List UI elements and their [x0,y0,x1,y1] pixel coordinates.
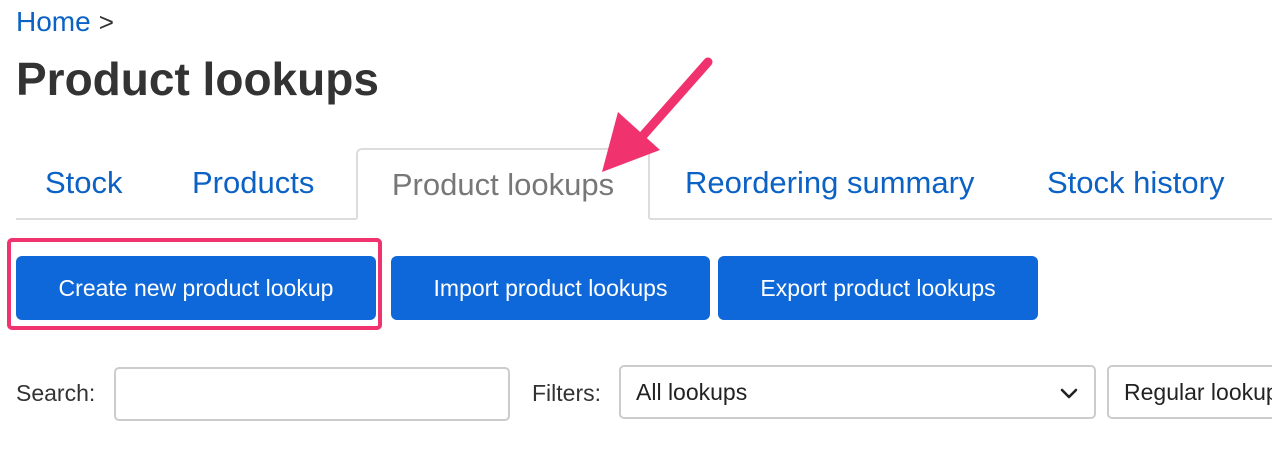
import-product-lookups-button[interactable]: Import product lookups [391,256,710,320]
breadcrumb-home-link[interactable]: Home [16,6,91,37]
tab-reordering-summary[interactable]: Reordering summary [685,148,974,218]
create-product-lookup-button[interactable]: Create new product lookup [16,256,376,320]
tab-product-lookups[interactable]: Product lookups [356,148,650,220]
tab-products[interactable]: Products [192,148,314,218]
lookup-filter-value: All lookups [636,378,748,405]
page-title: Product lookups [16,53,379,105]
page: Home > Product lookups Stock Products Pro… [0,0,1272,450]
lookup-type-filter-value: Regular lookups [1124,378,1272,405]
breadcrumb: Home > [16,6,114,38]
tab-stock-history[interactable]: Stock history [1047,148,1224,218]
tab-stock[interactable]: Stock [45,148,123,218]
export-product-lookups-button[interactable]: Export product lookups [718,256,1038,320]
lookup-type-filter-select[interactable]: Regular lookups [1107,365,1272,419]
lookup-filter-select[interactable]: All lookups [619,365,1096,419]
breadcrumb-separator: > [98,7,114,37]
search-input[interactable] [114,367,510,421]
tab-bar: Stock Products Product lookups Reorderin… [16,148,1272,220]
filters-label: Filters: [532,380,601,406]
search-label: Search: [16,380,96,406]
chevron-down-icon [1060,388,1078,399]
